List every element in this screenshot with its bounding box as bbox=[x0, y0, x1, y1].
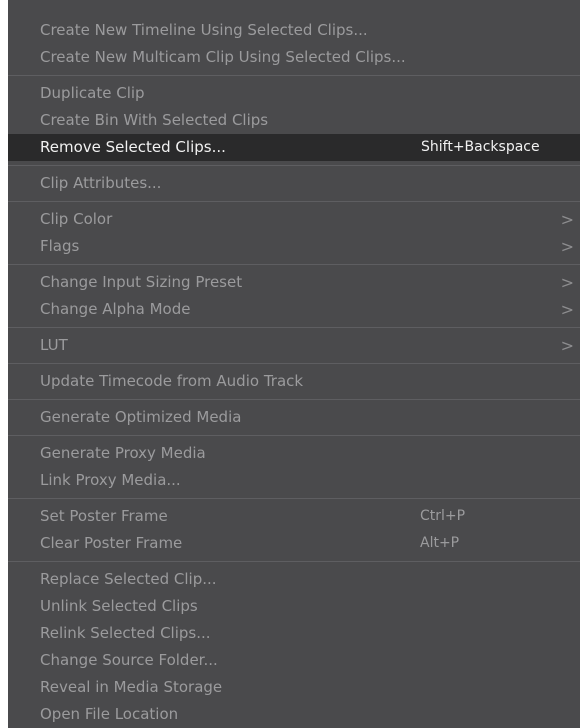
menu-separator bbox=[8, 75, 580, 76]
menu-item-label: Update Timecode from Audio Track bbox=[40, 372, 304, 390]
menu-item-lut[interactable]: LUT > bbox=[8, 332, 580, 359]
menu-item-replace-selected-clip[interactable]: Replace Selected Clip... bbox=[8, 566, 580, 593]
chevron-right-icon: > bbox=[560, 210, 574, 229]
chevron-right-icon: > bbox=[560, 300, 574, 319]
menu-item-change-alpha-mode[interactable]: Change Alpha Mode > bbox=[8, 296, 580, 323]
menu-item-label: LUT bbox=[40, 336, 68, 354]
menu-item-create-new-timeline-using-selected-clips[interactable]: Create New Timeline Using Selected Clips… bbox=[8, 17, 580, 44]
menu-item-shortcut: Ctrl+P bbox=[420, 508, 466, 524]
menu-item-label: Clip Attributes... bbox=[40, 174, 162, 192]
menu-item-shortcut: Alt+P bbox=[420, 535, 460, 551]
menu-item-label: Generate Optimized Media bbox=[40, 408, 242, 426]
menu-separator bbox=[8, 498, 580, 499]
menu-item-label: Relink Selected Clips... bbox=[40, 624, 211, 642]
menu-item-label: Remove Selected Clips... bbox=[40, 138, 226, 156]
menu-item-label: Generate Proxy Media bbox=[40, 444, 206, 462]
menu-item-reveal-in-media-storage[interactable]: Reveal in Media Storage bbox=[8, 674, 580, 701]
menu-item-label: Link Proxy Media... bbox=[40, 471, 181, 489]
menu-item-clip-attributes[interactable]: Clip Attributes... bbox=[8, 170, 580, 197]
menu-item-update-timecode-from-audio-track[interactable]: Update Timecode from Audio Track bbox=[8, 368, 580, 395]
menu-item-label: Change Input Sizing Preset bbox=[40, 273, 243, 291]
menu-separator bbox=[8, 435, 580, 436]
menu-item-label: Create New Timeline Using Selected Clips… bbox=[40, 21, 368, 39]
menu-item-create-bin-with-selected-clips[interactable]: Create Bin With Selected Clips bbox=[8, 107, 580, 134]
chevron-right-icon: > bbox=[560, 273, 574, 292]
menu-separator bbox=[8, 264, 580, 265]
menu-item-clear-poster-frame[interactable]: Clear Poster Frame Alt+P bbox=[8, 530, 580, 557]
menu-item-label: Replace Selected Clip... bbox=[40, 570, 217, 588]
menu-separator bbox=[8, 363, 580, 364]
menu-item-link-proxy-media[interactable]: Link Proxy Media... bbox=[8, 467, 580, 494]
menu-item-label: Duplicate Clip bbox=[40, 84, 145, 102]
menu-item-label: Open File Location bbox=[40, 705, 179, 723]
menu-item-label: Change Source Folder... bbox=[40, 651, 218, 669]
menu-item-label: Create Bin With Selected Clips bbox=[40, 111, 269, 129]
menu-item-duplicate-clip[interactable]: Duplicate Clip bbox=[8, 80, 580, 107]
menu-item-label: Set Poster Frame bbox=[40, 507, 168, 525]
menu-item-label: Reveal in Media Storage bbox=[40, 678, 223, 696]
menu-separator bbox=[8, 399, 580, 400]
menu-item-generate-optimized-media[interactable]: Generate Optimized Media bbox=[8, 404, 580, 431]
menu-item-label: Clip Color bbox=[40, 210, 113, 228]
menu-item-label: Unlink Selected Clips bbox=[40, 597, 198, 615]
menu-separator bbox=[8, 165, 580, 166]
context-menu: Create New Timeline Using Selected Clips… bbox=[8, 0, 580, 728]
menu-item-generate-proxy-media[interactable]: Generate Proxy Media bbox=[8, 440, 580, 467]
chevron-right-icon: > bbox=[560, 237, 574, 256]
menu-separator bbox=[8, 327, 580, 328]
menu-item-set-poster-frame[interactable]: Set Poster Frame Ctrl+P bbox=[8, 503, 580, 530]
chevron-right-icon: > bbox=[560, 336, 574, 355]
menu-separator bbox=[8, 561, 580, 562]
menu-item-clip-color[interactable]: Clip Color > bbox=[8, 206, 580, 233]
menu-item-unlink-selected-clips[interactable]: Unlink Selected Clips bbox=[8, 593, 580, 620]
menu-item-create-new-multicam-clip-using-selected-clips[interactable]: Create New Multicam Clip Using Selected … bbox=[8, 44, 580, 71]
menu-item-label: Create New Multicam Clip Using Selected … bbox=[40, 48, 406, 66]
menu-item-change-input-sizing-preset[interactable]: Change Input Sizing Preset > bbox=[8, 269, 580, 296]
menu-item-label: Flags bbox=[40, 237, 80, 255]
menu-separator bbox=[8, 201, 580, 202]
menu-item-remove-selected-clips[interactable]: Remove Selected Clips... Shift+Backspace bbox=[8, 134, 580, 161]
menu-item-shortcut: Shift+Backspace bbox=[421, 139, 540, 155]
menu-item-flags[interactable]: Flags > bbox=[8, 233, 580, 260]
menu-item-change-source-folder[interactable]: Change Source Folder... bbox=[8, 647, 580, 674]
menu-item-open-file-location[interactable]: Open File Location bbox=[8, 701, 580, 728]
menu-item-relink-selected-clips[interactable]: Relink Selected Clips... bbox=[8, 620, 580, 647]
menu-item-label: Change Alpha Mode bbox=[40, 300, 191, 318]
menu-item-label: Clear Poster Frame bbox=[40, 534, 183, 552]
